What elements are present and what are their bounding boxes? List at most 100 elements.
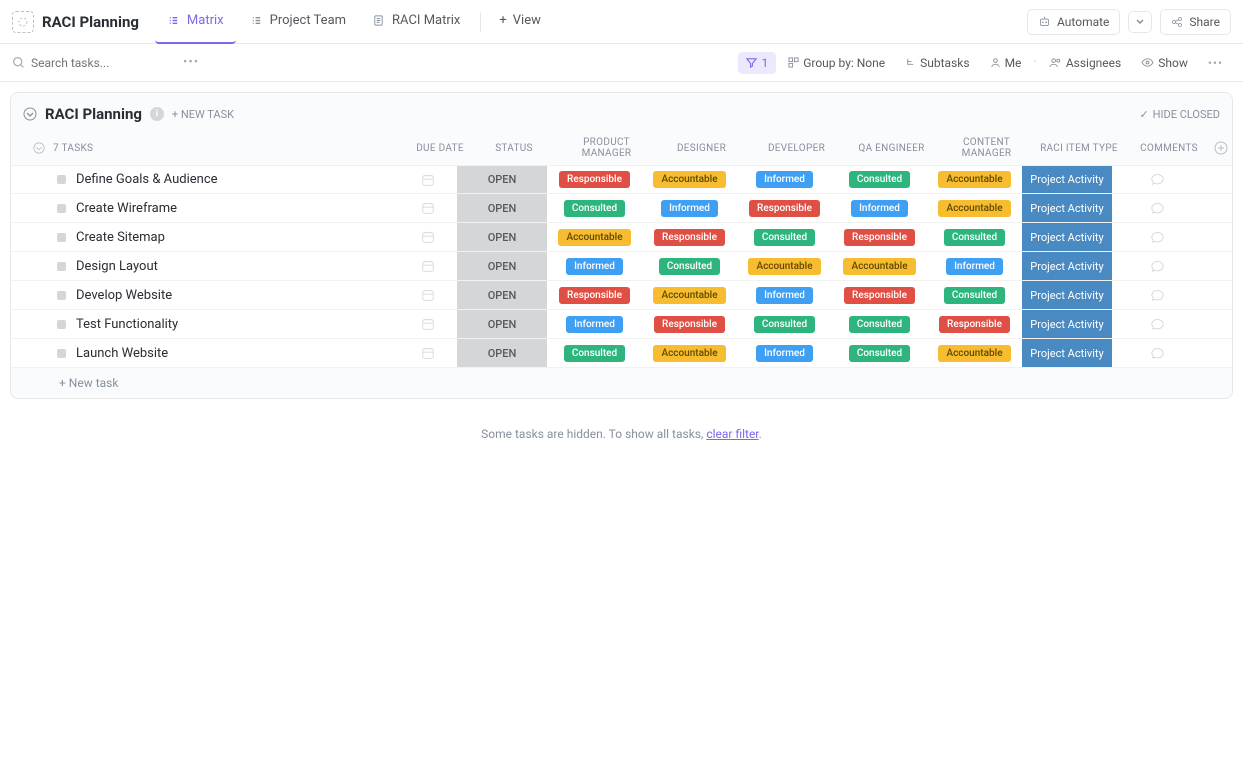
col-designer[interactable]: DESIGNER xyxy=(654,143,749,154)
comments-cell[interactable] xyxy=(1112,259,1202,274)
role-cell[interactable]: Consulted xyxy=(737,316,832,333)
col-due-date[interactable]: DUE DATE xyxy=(411,143,469,154)
col-comments[interactable]: COMMENTS xyxy=(1124,143,1214,154)
role-cell[interactable]: Consulted xyxy=(927,287,1022,304)
role-cell[interactable]: Responsible xyxy=(832,287,927,304)
assignees-chip[interactable]: Assignees xyxy=(1041,52,1129,74)
role-cell[interactable]: Consulted xyxy=(832,316,927,333)
col-developer[interactable]: DEVELOPER xyxy=(749,143,844,154)
new-task-button[interactable]: + NEW TASK xyxy=(172,108,234,121)
task-name-cell[interactable]: Develop Website xyxy=(11,288,399,303)
clear-filter-link[interactable]: clear filter xyxy=(706,427,758,441)
role-cell[interactable]: Responsible xyxy=(927,316,1022,333)
col-status[interactable]: STATUS xyxy=(469,143,559,154)
show-chip[interactable]: Show xyxy=(1133,52,1196,74)
role-cell[interactable]: Informed xyxy=(832,200,927,217)
table-row[interactable]: Design LayoutOPENInformedConsultedAccoun… xyxy=(11,252,1232,281)
hide-closed-button[interactable]: ✓HIDE CLOSED xyxy=(1139,108,1220,121)
comments-cell[interactable] xyxy=(1112,346,1202,361)
role-cell[interactable]: Responsible xyxy=(737,200,832,217)
task-name-cell[interactable]: Launch Website xyxy=(11,346,399,361)
table-row[interactable]: Define Goals & Audience OPENResponsible Ac… xyxy=(11,165,1232,194)
role-cell[interactable]: Informed xyxy=(737,287,832,304)
due-date-cell[interactable] xyxy=(399,259,457,273)
automate-button[interactable]: Automate xyxy=(1027,9,1120,35)
share-button[interactable]: Share xyxy=(1160,9,1231,35)
role-cell[interactable]: Consulted xyxy=(547,200,642,217)
groupby-chip[interactable]: Group by: None xyxy=(780,52,893,74)
type-cell[interactable]: Project Activity xyxy=(1022,310,1112,338)
role-cell[interactable]: Responsible xyxy=(642,316,737,333)
role-cell[interactable]: Informed xyxy=(737,345,832,362)
role-cell[interactable]: Consulted xyxy=(832,171,927,188)
comments-cell[interactable] xyxy=(1112,288,1202,303)
table-row[interactable]: Create SitemapOPENAccountableResponsible… xyxy=(11,223,1232,252)
role-cell[interactable]: Informed xyxy=(547,258,642,275)
search-input[interactable] xyxy=(31,56,171,70)
status-cell[interactable]: OPEN xyxy=(457,223,547,251)
status-cell[interactable]: OPEN xyxy=(457,281,547,309)
tab-matrix[interactable]: Matrix xyxy=(155,0,236,44)
role-cell[interactable]: Responsible xyxy=(832,229,927,246)
collapse-icon[interactable] xyxy=(23,107,37,121)
role-cell[interactable]: Consulted xyxy=(927,229,1022,246)
role-cell[interactable]: Accountable xyxy=(832,258,927,275)
role-cell[interactable]: Informed xyxy=(642,200,737,217)
col-raci-type[interactable]: RACI ITEM TYPE xyxy=(1034,143,1124,154)
role-cell[interactable]: Responsible xyxy=(642,229,737,246)
role-cell[interactable]: Consulted xyxy=(642,258,737,275)
role-cell[interactable]: Consulted xyxy=(547,345,642,362)
type-cell[interactable]: Project Activity xyxy=(1022,252,1112,280)
type-cell[interactable]: Project Activity xyxy=(1022,281,1112,309)
type-cell[interactable]: Project Activity xyxy=(1022,223,1112,251)
role-cell[interactable]: Accountable xyxy=(547,229,642,246)
tab-project-team[interactable]: Project Team xyxy=(238,0,358,44)
due-date-cell[interactable] xyxy=(399,173,457,187)
add-view-button[interactable]: + View xyxy=(489,9,551,34)
comments-cell[interactable] xyxy=(1112,172,1202,187)
role-cell[interactable]: Consulted xyxy=(737,229,832,246)
automate-dropdown[interactable] xyxy=(1128,11,1152,33)
add-column-button[interactable] xyxy=(1214,141,1240,155)
tab-raci-matrix[interactable]: RACI Matrix xyxy=(360,0,472,44)
task-name-cell[interactable]: Create Wireframe xyxy=(11,201,399,216)
comments-cell[interactable] xyxy=(1112,317,1202,332)
table-row[interactable]: Develop WebsiteOPENResponsibleAccountabl… xyxy=(11,281,1232,310)
sort-icon[interactable] xyxy=(33,142,45,154)
due-date-cell[interactable] xyxy=(399,288,457,302)
status-cell[interactable]: OPEN xyxy=(457,166,547,193)
task-name-cell[interactable]: Test Functionality xyxy=(11,317,399,332)
table-row[interactable]: Launch WebsiteOPENConsultedAccountableIn… xyxy=(11,339,1232,368)
comments-cell[interactable] xyxy=(1112,230,1202,245)
task-name-cell[interactable]: Design Layout xyxy=(11,259,399,274)
col-qa-engineer[interactable]: QA ENGINEER xyxy=(844,143,939,154)
role-cell[interactable]: Accountable xyxy=(927,345,1022,362)
type-cell[interactable]: Project Activity xyxy=(1022,194,1112,222)
due-date-cell[interactable] xyxy=(399,317,457,331)
task-name-cell[interactable]: Define Goals & Audience xyxy=(11,172,399,187)
role-cell[interactable]: Accountable xyxy=(642,287,737,304)
due-date-cell[interactable] xyxy=(399,346,457,360)
role-cell[interactable]: Responsible xyxy=(547,287,642,304)
role-cell[interactable]: Accountable xyxy=(927,171,1022,188)
subtasks-chip[interactable]: Subtasks xyxy=(897,52,977,74)
role-cell[interactable]: Accountable xyxy=(642,345,737,362)
status-cell[interactable]: OPEN xyxy=(457,339,547,367)
comments-cell[interactable] xyxy=(1112,201,1202,216)
due-date-cell[interactable] xyxy=(399,230,457,244)
info-icon[interactable]: i xyxy=(150,107,164,121)
type-cell[interactable]: Project Activity xyxy=(1022,339,1112,367)
role-cell[interactable]: Responsible xyxy=(547,171,642,188)
toolbar-more[interactable]: ••• xyxy=(1200,52,1231,74)
col-content-manager[interactable]: CONTENT MANAGER xyxy=(939,137,1034,159)
task-name-cell[interactable]: Create Sitemap xyxy=(11,230,399,245)
status-cell[interactable]: OPEN xyxy=(457,252,547,280)
table-row[interactable]: Create WireframeOPENConsultedInformedRes… xyxy=(11,194,1232,223)
status-cell[interactable]: OPEN xyxy=(457,194,547,222)
more-options[interactable]: ••• xyxy=(183,55,199,70)
col-product-manager[interactable]: PRODUCT MANAGER xyxy=(559,137,654,159)
table-row[interactable]: Test FunctionalityOPENInformedResponsibl… xyxy=(11,310,1232,339)
workspace-icon[interactable] xyxy=(12,11,34,33)
due-date-cell[interactable] xyxy=(399,201,457,215)
role-cell[interactable]: Informed xyxy=(927,258,1022,275)
